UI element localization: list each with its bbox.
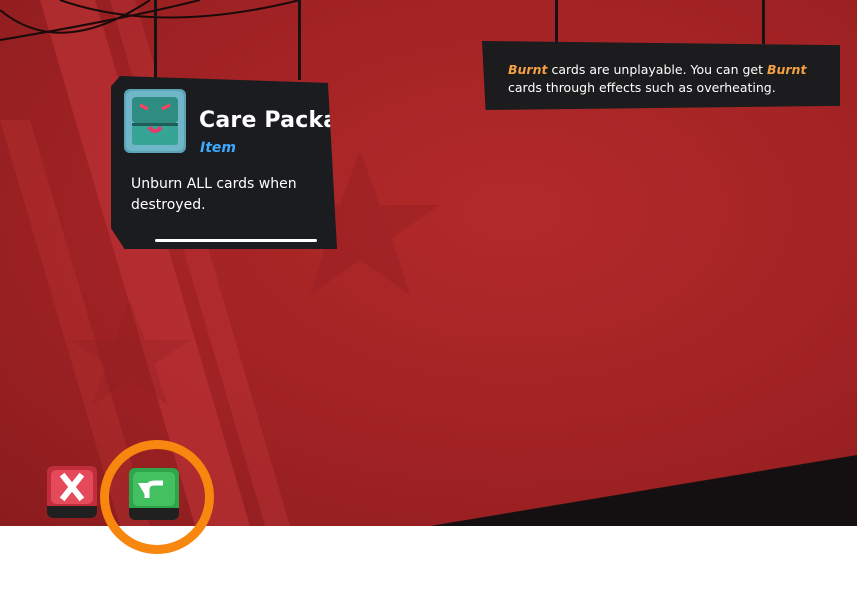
keyword-tooltip: Burnt cards are unplayable. You can get … <box>482 41 840 110</box>
cancel-button-face <box>51 470 93 504</box>
tooltip-text-part: cards are unplayable. You can get <box>547 62 767 77</box>
tooltip-keyword: Burnt <box>508 62 548 77</box>
tooltip-keyword: Burnt <box>766 62 807 77</box>
return-button[interactable] <box>129 468 179 520</box>
item-description: Unburn ALL cards when destroyed. <box>131 176 297 213</box>
item-card: Care Package Item Unburn ALL cards when … <box>111 76 337 249</box>
close-icon <box>59 472 85 502</box>
item-type-label: Item <box>200 140 236 156</box>
return-button-face <box>133 472 175 506</box>
tooltip-text: Burnt cards are unplayable. You can get … <box>508 61 828 97</box>
return-arrow-icon <box>138 480 163 498</box>
cancel-button[interactable] <box>47 466 97 518</box>
tooltip-text-part: cards through effects such as overheatin… <box>508 80 776 95</box>
item-durability-bar <box>155 239 317 242</box>
cancel-button-base <box>47 506 97 518</box>
return-button-base <box>129 508 179 520</box>
game-scene: Care Package Item Unburn ALL cards when … <box>0 0 857 526</box>
treasure-chest-icon <box>124 89 186 153</box>
